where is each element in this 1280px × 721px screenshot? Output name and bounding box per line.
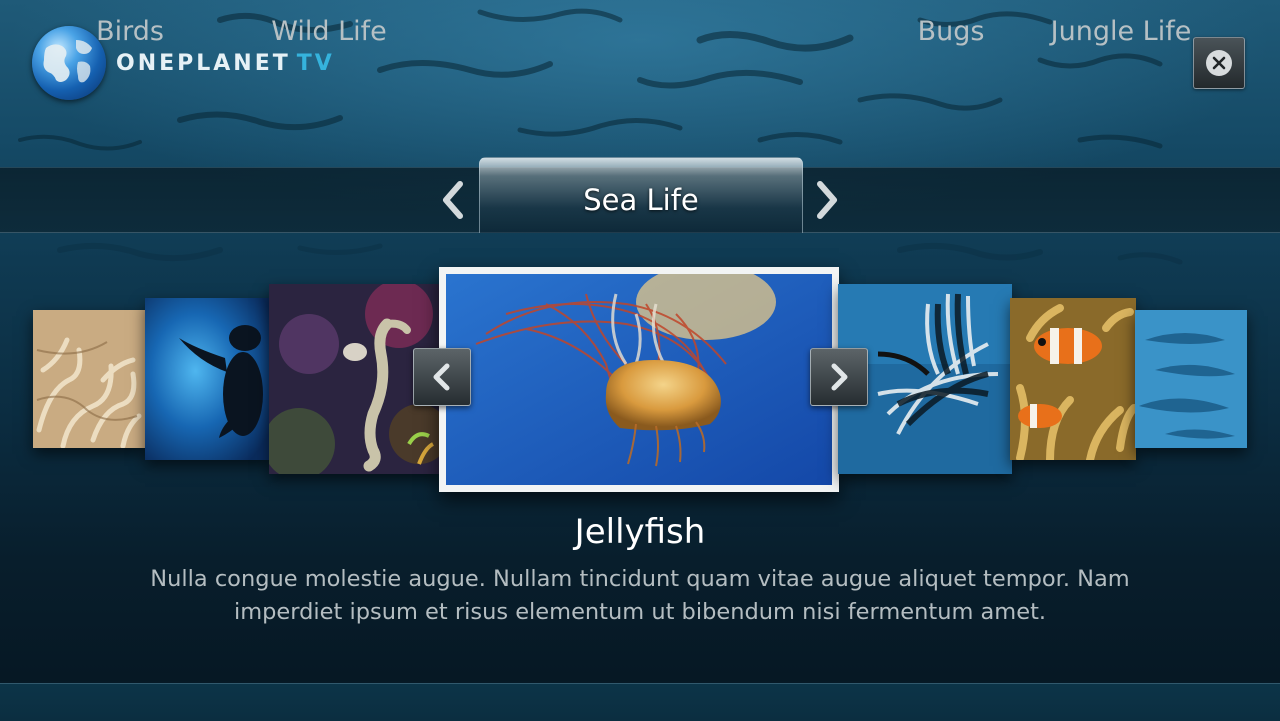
category-birds[interactable]: Birds	[60, 0, 200, 64]
category-prev-chevron-left-icon[interactable]	[438, 180, 468, 220]
thumbnail-coral[interactable]	[33, 310, 145, 448]
chevron-right-icon	[831, 363, 848, 391]
category-jungle-life[interactable]: Jungle Life	[1040, 0, 1202, 64]
category-sea-life-selected[interactable]: Sea Life	[479, 157, 803, 233]
carousel-next-button[interactable]	[810, 348, 868, 406]
close-icon	[1206, 50, 1232, 76]
thumbnail-sea-turtle[interactable]	[145, 298, 271, 460]
category-wild-life[interactable]: Wild Life	[250, 0, 408, 64]
carousel-prev-button[interactable]	[413, 348, 471, 406]
thumbnail-clownfish[interactable]	[1010, 298, 1136, 460]
category-bugs[interactable]: Bugs	[898, 0, 1004, 64]
category-next-chevron-right-icon[interactable]	[812, 180, 842, 220]
featured-thumbnail-jellyfish[interactable]	[439, 267, 839, 492]
item-description: Nulla congue molestie augue. Nullam tinc…	[150, 566, 1130, 625]
item-title: Jellyfish	[574, 512, 706, 552]
bottom-strip	[0, 683, 1280, 721]
thumbnail-dolphins[interactable]	[1135, 310, 1247, 448]
chevron-left-icon	[433, 363, 450, 391]
